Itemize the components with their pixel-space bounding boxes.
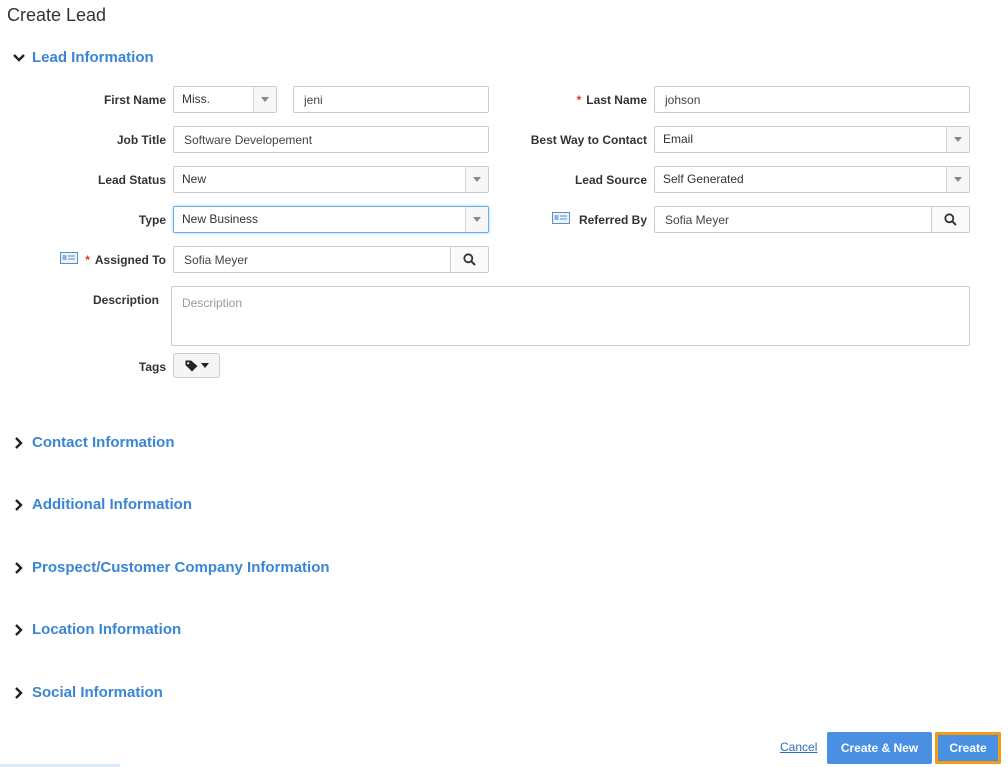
caret-down-icon [200, 363, 209, 368]
page-title: Create Lead [7, 5, 107, 25]
caret-down-icon [253, 87, 276, 112]
best-way-value: Email [663, 132, 694, 146]
assigned-to-label-text: Assigned To [94, 253, 166, 267]
chevron-right-icon [15, 687, 23, 699]
tag-icon [185, 360, 197, 371]
caret-down-icon [465, 207, 488, 232]
salutation-select[interactable]: Miss. [173, 86, 277, 113]
section-contact-information[interactable]: Contact Information [12, 434, 175, 452]
job-title-label: Job Title [116, 133, 166, 147]
type-value: New Business [182, 212, 259, 226]
lead-status-label: Lead Status [97, 173, 166, 187]
last-name-input[interactable] [654, 86, 970, 113]
section-location-information[interactable]: Location Information [12, 621, 181, 639]
chevron-right-icon [15, 499, 23, 511]
chevron-right-icon [15, 624, 23, 636]
type-select[interactable]: New Business [173, 206, 489, 233]
referred-by-label: Referred By [578, 213, 647, 227]
assigned-to-lookup [173, 246, 489, 273]
referred-by-input[interactable] [655, 207, 931, 232]
best-way-select[interactable]: Email [654, 126, 970, 153]
required-marker: * [85, 253, 90, 267]
search-icon[interactable] [931, 207, 969, 232]
assigned-to-input[interactable] [174, 247, 450, 272]
chevron-down-icon [13, 54, 25, 62]
chevron-right-icon [15, 562, 23, 574]
section-label: Prospect/Customer Company Information [32, 559, 330, 576]
create-and-new-button[interactable]: Create & New [827, 732, 932, 764]
salutation-value: Miss. [182, 92, 210, 106]
section-social-information[interactable]: Social Information [12, 684, 163, 702]
section-label: Social Information [32, 684, 163, 701]
last-name-label: * Last Name [500, 92, 647, 108]
section-label: Contact Information [32, 434, 175, 451]
create-button[interactable]: Create [935, 732, 1001, 764]
caret-down-icon [465, 167, 488, 192]
section-lead-information[interactable]: Lead Information [12, 49, 154, 67]
caret-down-icon [946, 127, 969, 152]
first-name-input[interactable] [293, 86, 489, 113]
section-additional-information[interactable]: Additional Information [12, 496, 192, 514]
required-marker: * [576, 93, 582, 107]
chevron-right-icon [15, 437, 23, 449]
last-name-label-text: Last Name [586, 93, 647, 107]
type-label: Type [138, 213, 166, 227]
section-company-information[interactable]: Prospect/Customer Company Information [12, 559, 330, 577]
best-way-label: Best Way to Contact [530, 133, 647, 147]
tags-label: Tags [138, 360, 166, 374]
lead-source-label: Lead Source [574, 173, 647, 187]
caret-down-icon [946, 167, 969, 192]
description-label: Description [92, 293, 159, 307]
description-textarea[interactable] [171, 286, 970, 346]
referred-by-lookup [654, 206, 970, 233]
lead-status-select[interactable]: New [173, 166, 489, 193]
contact-card-icon [552, 212, 570, 224]
first-name-label: First Name [103, 93, 166, 107]
assigned-to-label: * Assigned To [82, 252, 166, 268]
section-label: Location Information [32, 621, 182, 638]
lead-source-value: Self Generated [663, 172, 744, 186]
contact-card-icon [60, 252, 78, 264]
lead-status-value: New [182, 172, 207, 186]
job-title-input[interactable] [173, 126, 489, 153]
tags-button[interactable] [173, 353, 220, 378]
search-icon[interactable] [450, 247, 488, 272]
lead-source-select[interactable]: Self Generated [654, 166, 970, 193]
cancel-link[interactable]: Cancel [780, 740, 817, 754]
section-label: Lead Information [32, 49, 154, 66]
section-label: Additional Information [32, 496, 192, 513]
